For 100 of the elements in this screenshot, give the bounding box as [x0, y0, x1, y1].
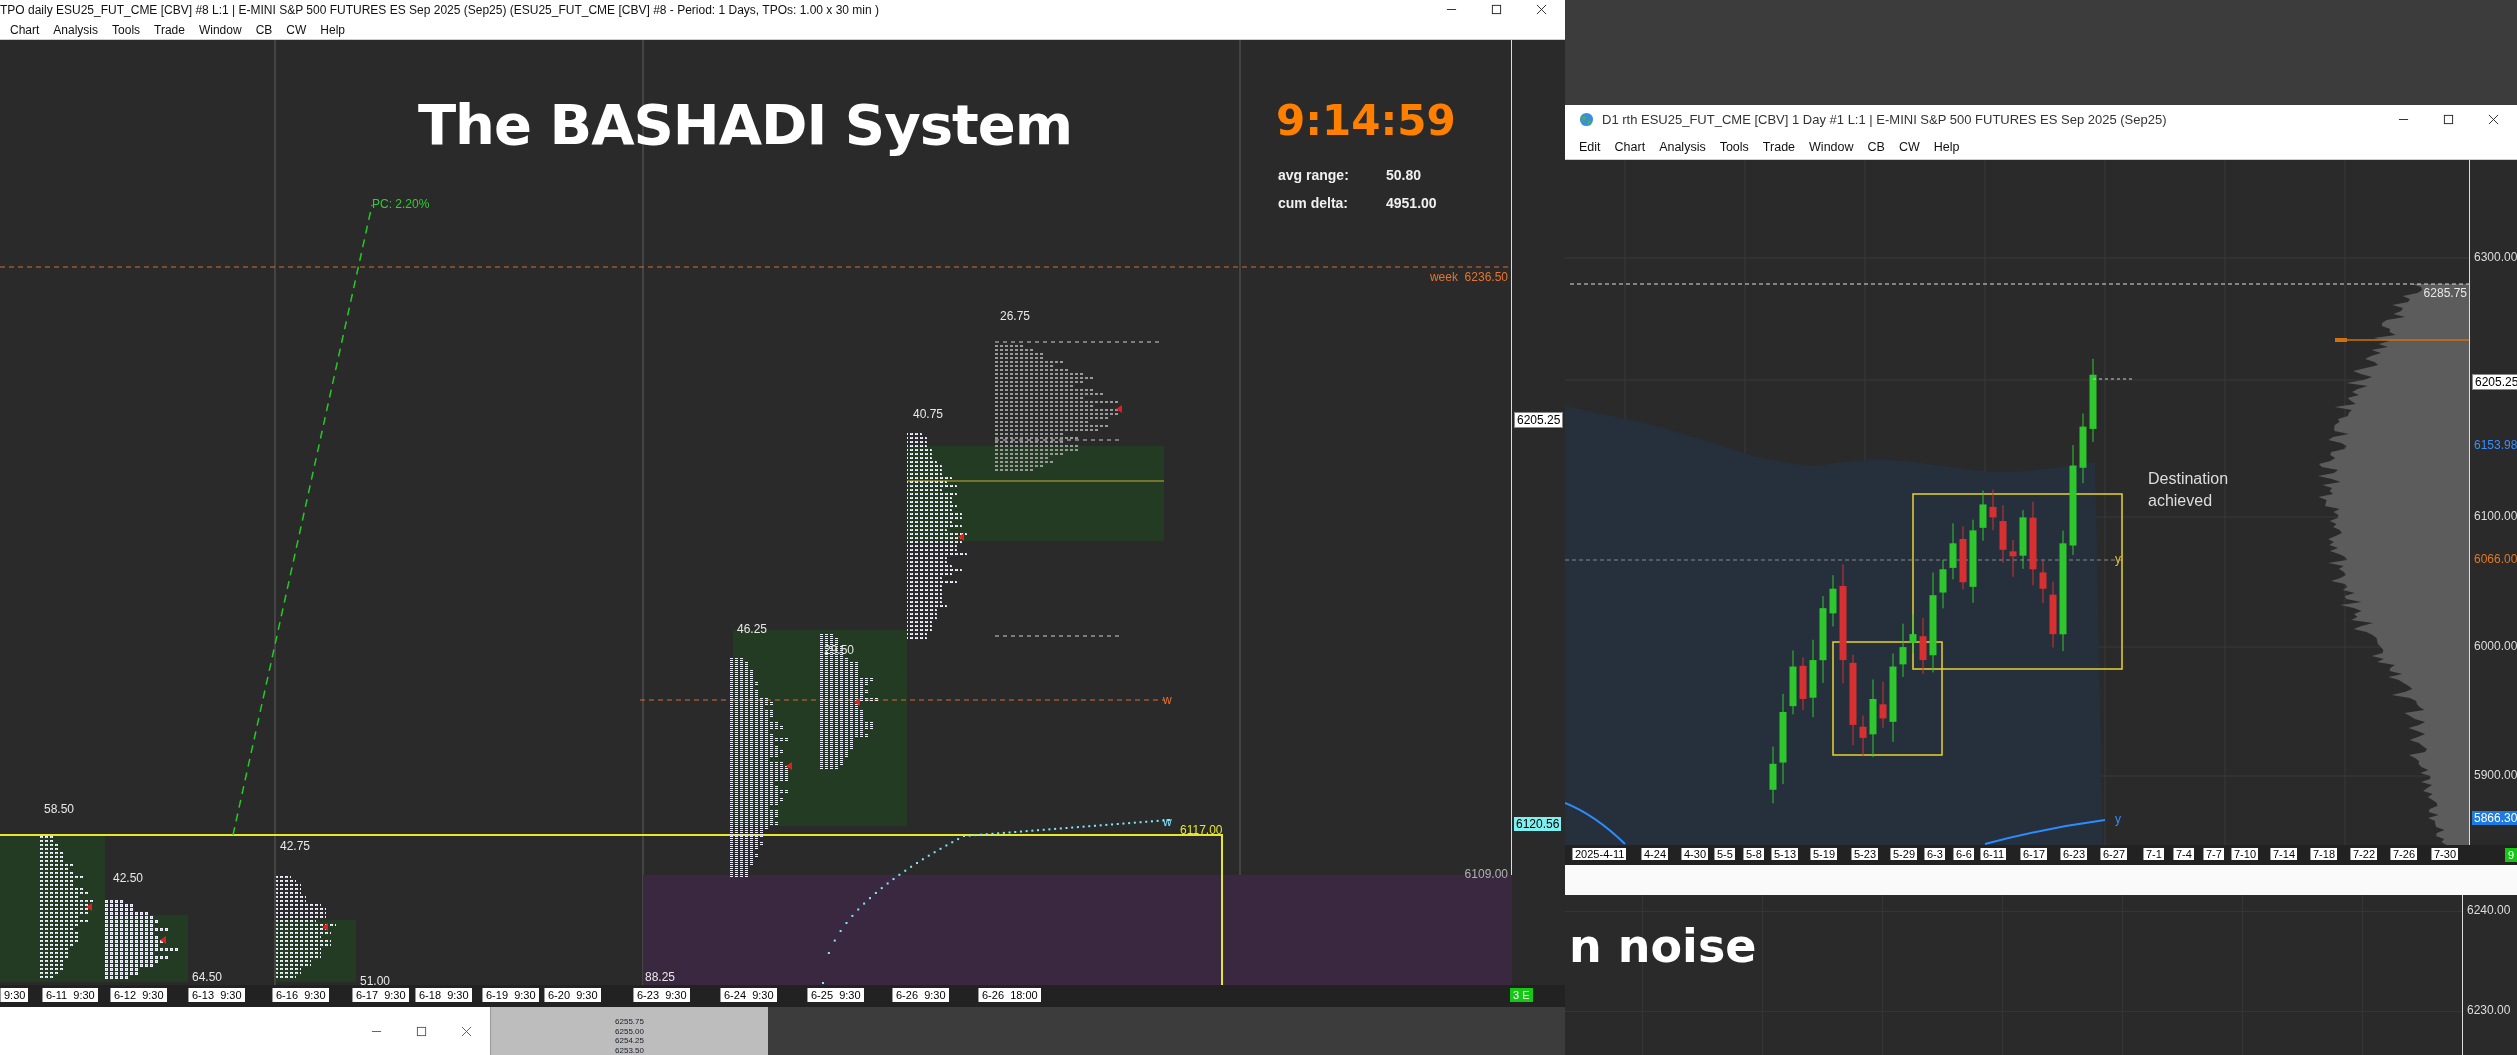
stat-label: cum delta:	[1278, 195, 1348, 212]
candle	[1979, 490, 1987, 542]
time-label: 6-12 9:30	[110, 988, 167, 1003]
level-label: week 6236.50	[1429, 270, 1508, 285]
menu-item[interactable]: Edit	[1579, 139, 1601, 154]
time-label: 5-5	[1714, 848, 1735, 861]
time-label: 6-13 9:30	[188, 988, 245, 1003]
close-icon[interactable]	[2488, 114, 2499, 126]
range-label: 26.75	[1000, 309, 1031, 324]
price-tag: 6205.25	[2472, 374, 2517, 391]
price-cell: 6255.75	[615, 1017, 644, 1027]
candle	[1959, 526, 1967, 591]
candle	[1909, 613, 1917, 655]
time-label: 2025-4-11	[1572, 848, 1627, 861]
time-label: 7-1	[2143, 848, 2164, 861]
time-label: 6-26 9:30	[892, 988, 949, 1003]
price-tag: 6000.00	[2472, 639, 2517, 654]
candle	[2049, 581, 2057, 649]
menu-item[interactable]: Chart	[10, 22, 40, 37]
moving-average-line	[1565, 802, 1626, 846]
maximize-icon[interactable]	[416, 1025, 427, 1037]
time-label: 5-29	[1890, 848, 1918, 861]
price-tag: 6153.98	[2472, 438, 2517, 453]
price-tag: 6240.00	[2465, 903, 2513, 917]
level-label: w	[1163, 693, 1172, 708]
menu-item[interactable]: Trade	[154, 22, 185, 37]
menu-item[interactable]: Help	[320, 22, 345, 37]
time-label: 9:30	[0, 988, 29, 1003]
level-label: 6109.00	[1464, 867, 1508, 882]
candle	[1859, 715, 1867, 757]
candle	[2039, 559, 2047, 604]
time-label: 6-24 9:30	[720, 988, 777, 1003]
time-label: 6-6	[1953, 848, 1974, 861]
time-label: 7-22	[2350, 848, 2378, 861]
time-label: 6-23	[2060, 848, 2088, 861]
menu-item[interactable]: Window	[1809, 139, 1854, 154]
range-label: 51.00	[360, 974, 391, 989]
window-title: D1 rth ESU25_FUT_CME [CBV] 1 Day #1 L:1 | E-MINI S&P 500 FUTURES ES Sep 2025 (Sep25)	[1602, 112, 2168, 128]
close-icon[interactable]	[461, 1025, 472, 1037]
time-label: 6-16 9:30	[272, 988, 329, 1003]
menu-item[interactable]: Chart	[1614, 139, 1646, 154]
candle	[1789, 650, 1797, 716]
time-label: 6-18 9:30	[415, 988, 472, 1003]
level-label: w	[1163, 815, 1172, 830]
level-label: 6117.00	[1180, 823, 1223, 838]
time-label: 6-17	[2020, 848, 2048, 861]
stat-value: 50.80	[1386, 167, 1422, 184]
price-cell: 6255.00	[615, 1026, 644, 1036]
level-label: y	[2115, 812, 2121, 827]
maximize-icon[interactable]	[2443, 114, 2454, 126]
maximize-icon[interactable]	[1491, 4, 1502, 16]
candle	[1999, 505, 2007, 564]
level-label: 6285.75	[2423, 286, 2467, 301]
candle	[1939, 559, 1947, 610]
candle	[1989, 489, 1997, 532]
time-label: 7-4	[2173, 848, 2194, 861]
menu-item[interactable]: Trade	[1762, 139, 1796, 154]
time-label: 7-30	[2431, 848, 2459, 861]
chart-heading: n noise	[1569, 919, 1757, 973]
menu-item[interactable]: Tools	[112, 22, 141, 37]
stat-value: 4951.00	[1386, 195, 1437, 212]
menu-item[interactable]: Analysis	[1659, 139, 1706, 154]
range-label: 42.50	[113, 871, 144, 886]
globe-icon	[1579, 112, 1594, 128]
menu-item[interactable]: CB	[1867, 139, 1885, 154]
menu-item[interactable]: CW	[1898, 139, 1920, 154]
close-icon[interactable]	[1536, 4, 1547, 16]
time-label: 6-11 9:30	[42, 988, 98, 1003]
range-label: 40.75	[913, 407, 944, 422]
time-label: 6-23 9:30	[633, 988, 690, 1003]
time-label: 5-23	[1851, 848, 1879, 861]
candle	[1879, 681, 1887, 729]
chart-note: Destination achieved	[2148, 469, 2230, 512]
time-label: 7-18	[2310, 848, 2338, 861]
price-tag: 6066.00	[2472, 552, 2517, 567]
menu-item[interactable]: Help	[1933, 139, 1960, 154]
range-label: 46.25	[737, 622, 768, 637]
time-label: 5-13	[1771, 848, 1799, 861]
time-label: 6-17 9:30	[352, 988, 409, 1003]
menu-item[interactable]: Tools	[1719, 139, 1749, 154]
status-badge: 9	[2505, 848, 2517, 863]
time-label: 5-8	[1743, 848, 1764, 861]
candle	[1949, 523, 1957, 581]
time-label: 6-20 9:30	[544, 988, 601, 1003]
price-tag: 6205.25	[1514, 412, 1564, 429]
time-label: 7-10	[2231, 848, 2259, 861]
menu-item[interactable]: CW	[286, 22, 307, 37]
clock: 9:14:59	[1276, 96, 1456, 146]
time-label: 6-27	[2100, 848, 2128, 861]
menu-item[interactable]: CB	[255, 22, 273, 37]
candle	[1769, 746, 1777, 805]
range-label: 29.50	[824, 643, 855, 658]
candle	[1899, 623, 1907, 678]
time-label: 4-24	[1641, 848, 1669, 861]
time-label: 7-14	[2270, 848, 2298, 861]
range-label: 88.25	[645, 970, 676, 985]
time-label: 7-7	[2203, 848, 2224, 861]
time-label: 4-30	[1681, 848, 1709, 861]
menu-item[interactable]: Window	[198, 22, 242, 37]
menu-item[interactable]: Analysis	[53, 22, 99, 37]
